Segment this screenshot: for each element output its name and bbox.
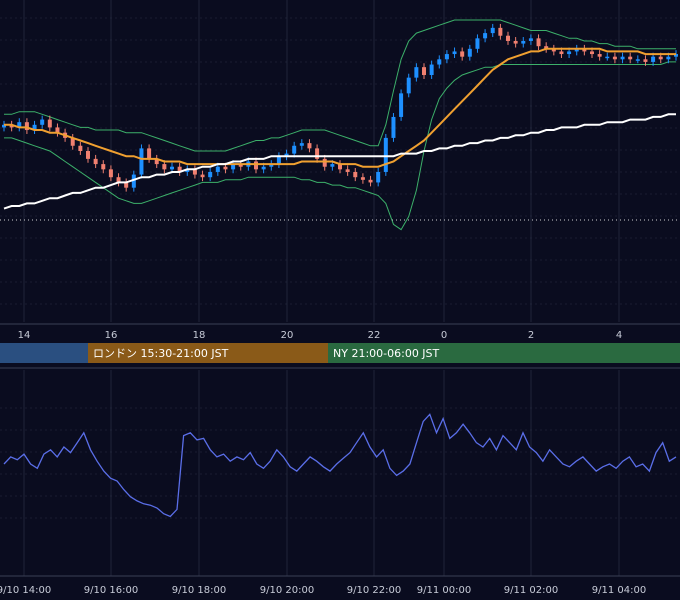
candle-body	[93, 158, 98, 165]
candle-body	[215, 166, 220, 172]
x-tick-label: 16	[105, 330, 118, 341]
x-tick-label: 22	[368, 330, 381, 341]
candle-body	[406, 77, 411, 94]
candle-body	[612, 56, 617, 60]
candle-body	[429, 64, 434, 76]
candle-body	[368, 179, 373, 183]
candle-body	[567, 51, 572, 55]
candle-body	[108, 169, 113, 178]
x-tick-label: 20	[281, 330, 294, 341]
candle-body	[559, 51, 564, 55]
candle-body	[605, 56, 610, 59]
x-tick-label: 2	[528, 330, 534, 341]
candle-body	[292, 145, 297, 154]
candle-body	[475, 38, 480, 49]
candle-body	[86, 151, 90, 159]
candle-body	[620, 56, 625, 60]
candle-body	[597, 54, 602, 57]
candle-body	[513, 40, 518, 44]
candle-body	[467, 48, 472, 57]
candle-body	[444, 54, 449, 60]
candle-body	[200, 174, 205, 178]
trading-chart: 14 16 18 20 22 0 2 4 ロンドン 15:30-21:00 JST NY 21:…	[0, 0, 680, 600]
candle-body	[40, 119, 45, 125]
candle-body	[315, 148, 320, 159]
bottom-tick-label: 9/10 18:00	[172, 585, 226, 596]
candle-body	[528, 38, 533, 41]
candle-body	[223, 166, 228, 170]
candle-body	[399, 93, 404, 117]
candle-body	[658, 56, 663, 60]
candle-body	[139, 148, 144, 175]
candle-body	[376, 171, 381, 183]
candle-body	[452, 51, 457, 55]
candle-body	[78, 145, 83, 151]
candle-body	[483, 33, 488, 39]
candle-body	[276, 156, 281, 165]
candle-body	[506, 35, 510, 41]
x-tick-label: 0	[441, 330, 447, 341]
candle-body	[322, 158, 327, 167]
candle-body	[383, 137, 388, 172]
session-label: NY 21:00-06:00 JST	[333, 347, 440, 360]
bottom-tick-label: 9/10 16:00	[84, 585, 138, 596]
candle-body	[170, 166, 174, 170]
bottom-tick-label: 9/11 02:00	[504, 585, 558, 596]
x-tick-label: 4	[616, 330, 622, 341]
session-label: ロンドン 15:30-21:00 JST	[93, 347, 229, 360]
chart-background	[0, 0, 680, 600]
bottom-tick-label: 9/10 22:00	[347, 585, 401, 596]
candle-body	[345, 169, 350, 172]
x-tick-label: 14	[18, 330, 31, 341]
candle-body	[643, 59, 648, 62]
candle-body	[460, 51, 465, 57]
candle-body	[391, 116, 396, 138]
candle-body	[490, 27, 495, 34]
candle-body	[666, 56, 671, 60]
bottom-tick-label: 9/11 04:00	[592, 585, 646, 596]
candle-body	[307, 143, 312, 149]
candle-body	[147, 148, 152, 159]
candle-body	[208, 171, 213, 178]
candle-body	[521, 40, 526, 44]
bottom-tick-label: 9/11 00:00	[417, 585, 471, 596]
candle-body	[628, 56, 633, 60]
candle-body	[536, 38, 541, 47]
candle-body	[47, 119, 52, 128]
candle-body	[437, 59, 442, 65]
candle-body	[162, 164, 167, 170]
candle-body	[254, 161, 258, 170]
candle-body	[422, 67, 426, 76]
candle-body	[330, 164, 335, 167]
candle-body	[299, 143, 304, 146]
bottom-tick-label: 9/10 14:00	[0, 585, 51, 596]
candle-body	[353, 171, 358, 178]
candle-body	[498, 27, 503, 36]
bottom-tick-label: 9/10 20:00	[260, 585, 314, 596]
candle-body	[414, 67, 419, 78]
candle-body	[590, 51, 594, 55]
candle-body	[101, 164, 106, 170]
candle-body	[261, 166, 266, 170]
candle-body	[635, 59, 640, 61]
x-tick-label: 18	[193, 330, 206, 341]
candle-body	[651, 56, 656, 62]
session-segment	[0, 343, 88, 363]
candle-body	[360, 177, 365, 180]
